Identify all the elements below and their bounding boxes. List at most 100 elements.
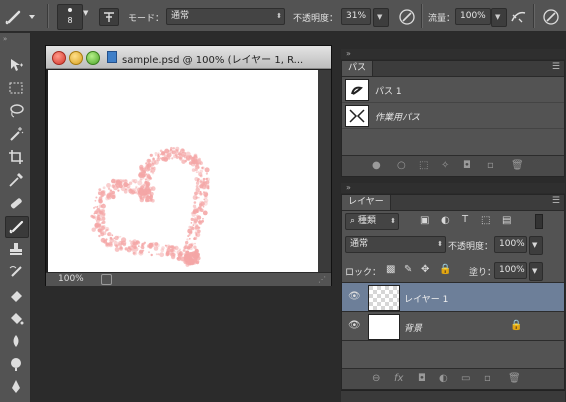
eye-visibility-icon[interactable]: 👁: [348, 291, 361, 302]
dodge-tool-icon[interactable]: [5, 354, 27, 374]
trash-icon[interactable]: 🗑: [511, 160, 524, 171]
clone-stamp-tool-icon[interactable]: [5, 239, 27, 259]
canvas[interactable]: [48, 70, 318, 272]
shape-filter-icon[interactable]: ⬚: [481, 215, 490, 226]
opacity-slider-button[interactable]: ▼: [373, 8, 389, 27]
brush-speck: [182, 249, 186, 252]
lock-all-icon[interactable]: 🔒: [439, 264, 451, 275]
brush-speck: [146, 173, 150, 177]
brush-panel-toggle-icon[interactable]: [99, 8, 119, 26]
brush-speck: [195, 160, 199, 164]
brush-speck: [198, 196, 200, 199]
load-selection-icon[interactable]: ⬚: [419, 160, 428, 171]
layer-filter-select[interactable]: ⌕ 種類 ⬍: [345, 213, 399, 230]
layer-name[interactable]: 背景: [404, 321, 422, 334]
tab-layers[interactable]: レイヤー: [342, 195, 391, 210]
lock-transparency-icon[interactable]: ▩: [386, 264, 395, 275]
zoom-level[interactable]: 100%: [58, 274, 84, 284]
brush-tool-icon[interactable]: [5, 216, 29, 238]
minimize-window-button[interactable]: [69, 51, 83, 65]
fill-input[interactable]: 100%: [494, 262, 527, 279]
mode-select[interactable]: 通常 ⬍: [166, 8, 285, 25]
flow-slider-button[interactable]: ▼: [491, 8, 507, 27]
type-filter-icon[interactable]: T: [462, 214, 468, 225]
mode-value: 通常: [171, 11, 190, 21]
brush-speck: [98, 188, 102, 191]
filter-toggle[interactable]: [535, 214, 543, 229]
tab-paths[interactable]: パス: [342, 61, 374, 76]
blend-mode-select[interactable]: 通常 ⬍: [345, 236, 446, 253]
path-item[interactable]: 作業用パス: [342, 103, 564, 129]
pen-tool-icon[interactable]: [5, 377, 27, 397]
close-window-button[interactable]: [52, 51, 66, 65]
pressure-size-icon[interactable]: [541, 7, 561, 27]
paint-bucket-tool-icon[interactable]: [5, 308, 27, 328]
link-layers-icon[interactable]: ⊖: [372, 373, 380, 384]
path-item[interactable]: パス 1: [342, 77, 564, 103]
brush-speck: [194, 191, 198, 196]
lock-position-icon[interactable]: ✥: [421, 264, 429, 275]
move-tool-icon[interactable]: [5, 55, 27, 75]
layer-name[interactable]: レイヤー 1: [404, 292, 448, 305]
status-info-icon[interactable]: [101, 274, 112, 285]
zoom-window-button[interactable]: [86, 51, 100, 65]
eye-visibility-icon[interactable]: 👁: [348, 320, 361, 331]
layer-opacity-slider[interactable]: ▼: [529, 236, 543, 255]
crop-tool-icon[interactable]: [5, 147, 27, 167]
brush-speck: [134, 181, 137, 184]
fx-icon[interactable]: fx: [394, 373, 403, 384]
new-layer-icon[interactable]: ▫: [484, 373, 491, 384]
history-brush-tool-icon[interactable]: [5, 262, 27, 282]
layer-opacity-input[interactable]: 100%: [494, 236, 527, 253]
brush-speck: [95, 196, 98, 199]
fill-path-icon[interactable]: ●: [372, 160, 381, 171]
stroke-path-icon[interactable]: ○: [397, 160, 406, 171]
add-mask-icon[interactable]: ◘: [418, 373, 426, 384]
brush-speck: [195, 164, 200, 169]
document-title-bar[interactable]: sample.psd @ 100% (レイヤー 1, R...: [46, 46, 331, 69]
panel-menu-icon[interactable]: ☰: [552, 62, 560, 72]
flow-input[interactable]: 100%: [455, 8, 491, 25]
lock-pixels-icon[interactable]: ✎: [404, 264, 412, 275]
brush-speck: [193, 201, 197, 204]
brush-speck: [174, 245, 179, 251]
trash-icon[interactable]: 🗑: [508, 373, 521, 384]
chevron-down-icon[interactable]: ▼: [83, 9, 88, 17]
layer-row[interactable]: 👁 背景 🔒: [342, 311, 564, 341]
adjustment-layer-icon[interactable]: ◐: [439, 373, 448, 384]
lasso-tool-icon[interactable]: [5, 101, 27, 121]
healing-brush-tool-icon[interactable]: [5, 193, 27, 213]
brush-speck: [128, 181, 133, 185]
brush-speck: [123, 190, 128, 194]
blur-tool-icon[interactable]: [5, 331, 27, 351]
pixel-filter-icon[interactable]: ▣: [420, 215, 429, 226]
panel-menu-icon[interactable]: ☰: [552, 196, 560, 206]
resize-grip-icon[interactable]: ⋰: [318, 275, 326, 284]
smart-object-filter-icon[interactable]: ▤: [502, 215, 511, 226]
eraser-tool-icon[interactable]: [5, 285, 27, 305]
brush-speck: [99, 229, 104, 234]
new-group-icon[interactable]: ▭: [461, 373, 470, 384]
pressure-opacity-icon[interactable]: [397, 7, 417, 27]
collapse-chevron-icon[interactable]: »: [3, 35, 7, 43]
magic-wand-tool-icon[interactable]: [5, 124, 27, 144]
fill-slider[interactable]: ▼: [529, 262, 543, 281]
adjustment-filter-icon[interactable]: ◐: [441, 215, 450, 226]
opacity-input[interactable]: 31%: [341, 8, 371, 25]
brush-speck: [139, 171, 144, 177]
brush-speck: [98, 234, 101, 238]
add-mask-icon[interactable]: ◘: [463, 160, 471, 171]
new-path-icon[interactable]: ▫: [487, 160, 494, 171]
eyedropper-tool-icon[interactable]: [5, 170, 27, 190]
brush-speck: [114, 247, 120, 252]
vertical-scrollbar[interactable]: [318, 70, 331, 272]
panel-collapse-bar[interactable]: »: [341, 183, 565, 193]
airbrush-icon[interactable]: [509, 7, 529, 27]
make-work-path-icon[interactable]: ✧: [441, 160, 449, 171]
brush-speck: [197, 229, 201, 234]
marquee-tool-icon[interactable]: [5, 78, 27, 98]
panel-collapse-bar[interactable]: »: [341, 49, 565, 59]
brush-size-picker[interactable]: 8: [57, 4, 83, 30]
tool-preset-picker[interactable]: [3, 6, 39, 26]
layer-row-selected[interactable]: 👁 レイヤー 1: [342, 282, 564, 311]
